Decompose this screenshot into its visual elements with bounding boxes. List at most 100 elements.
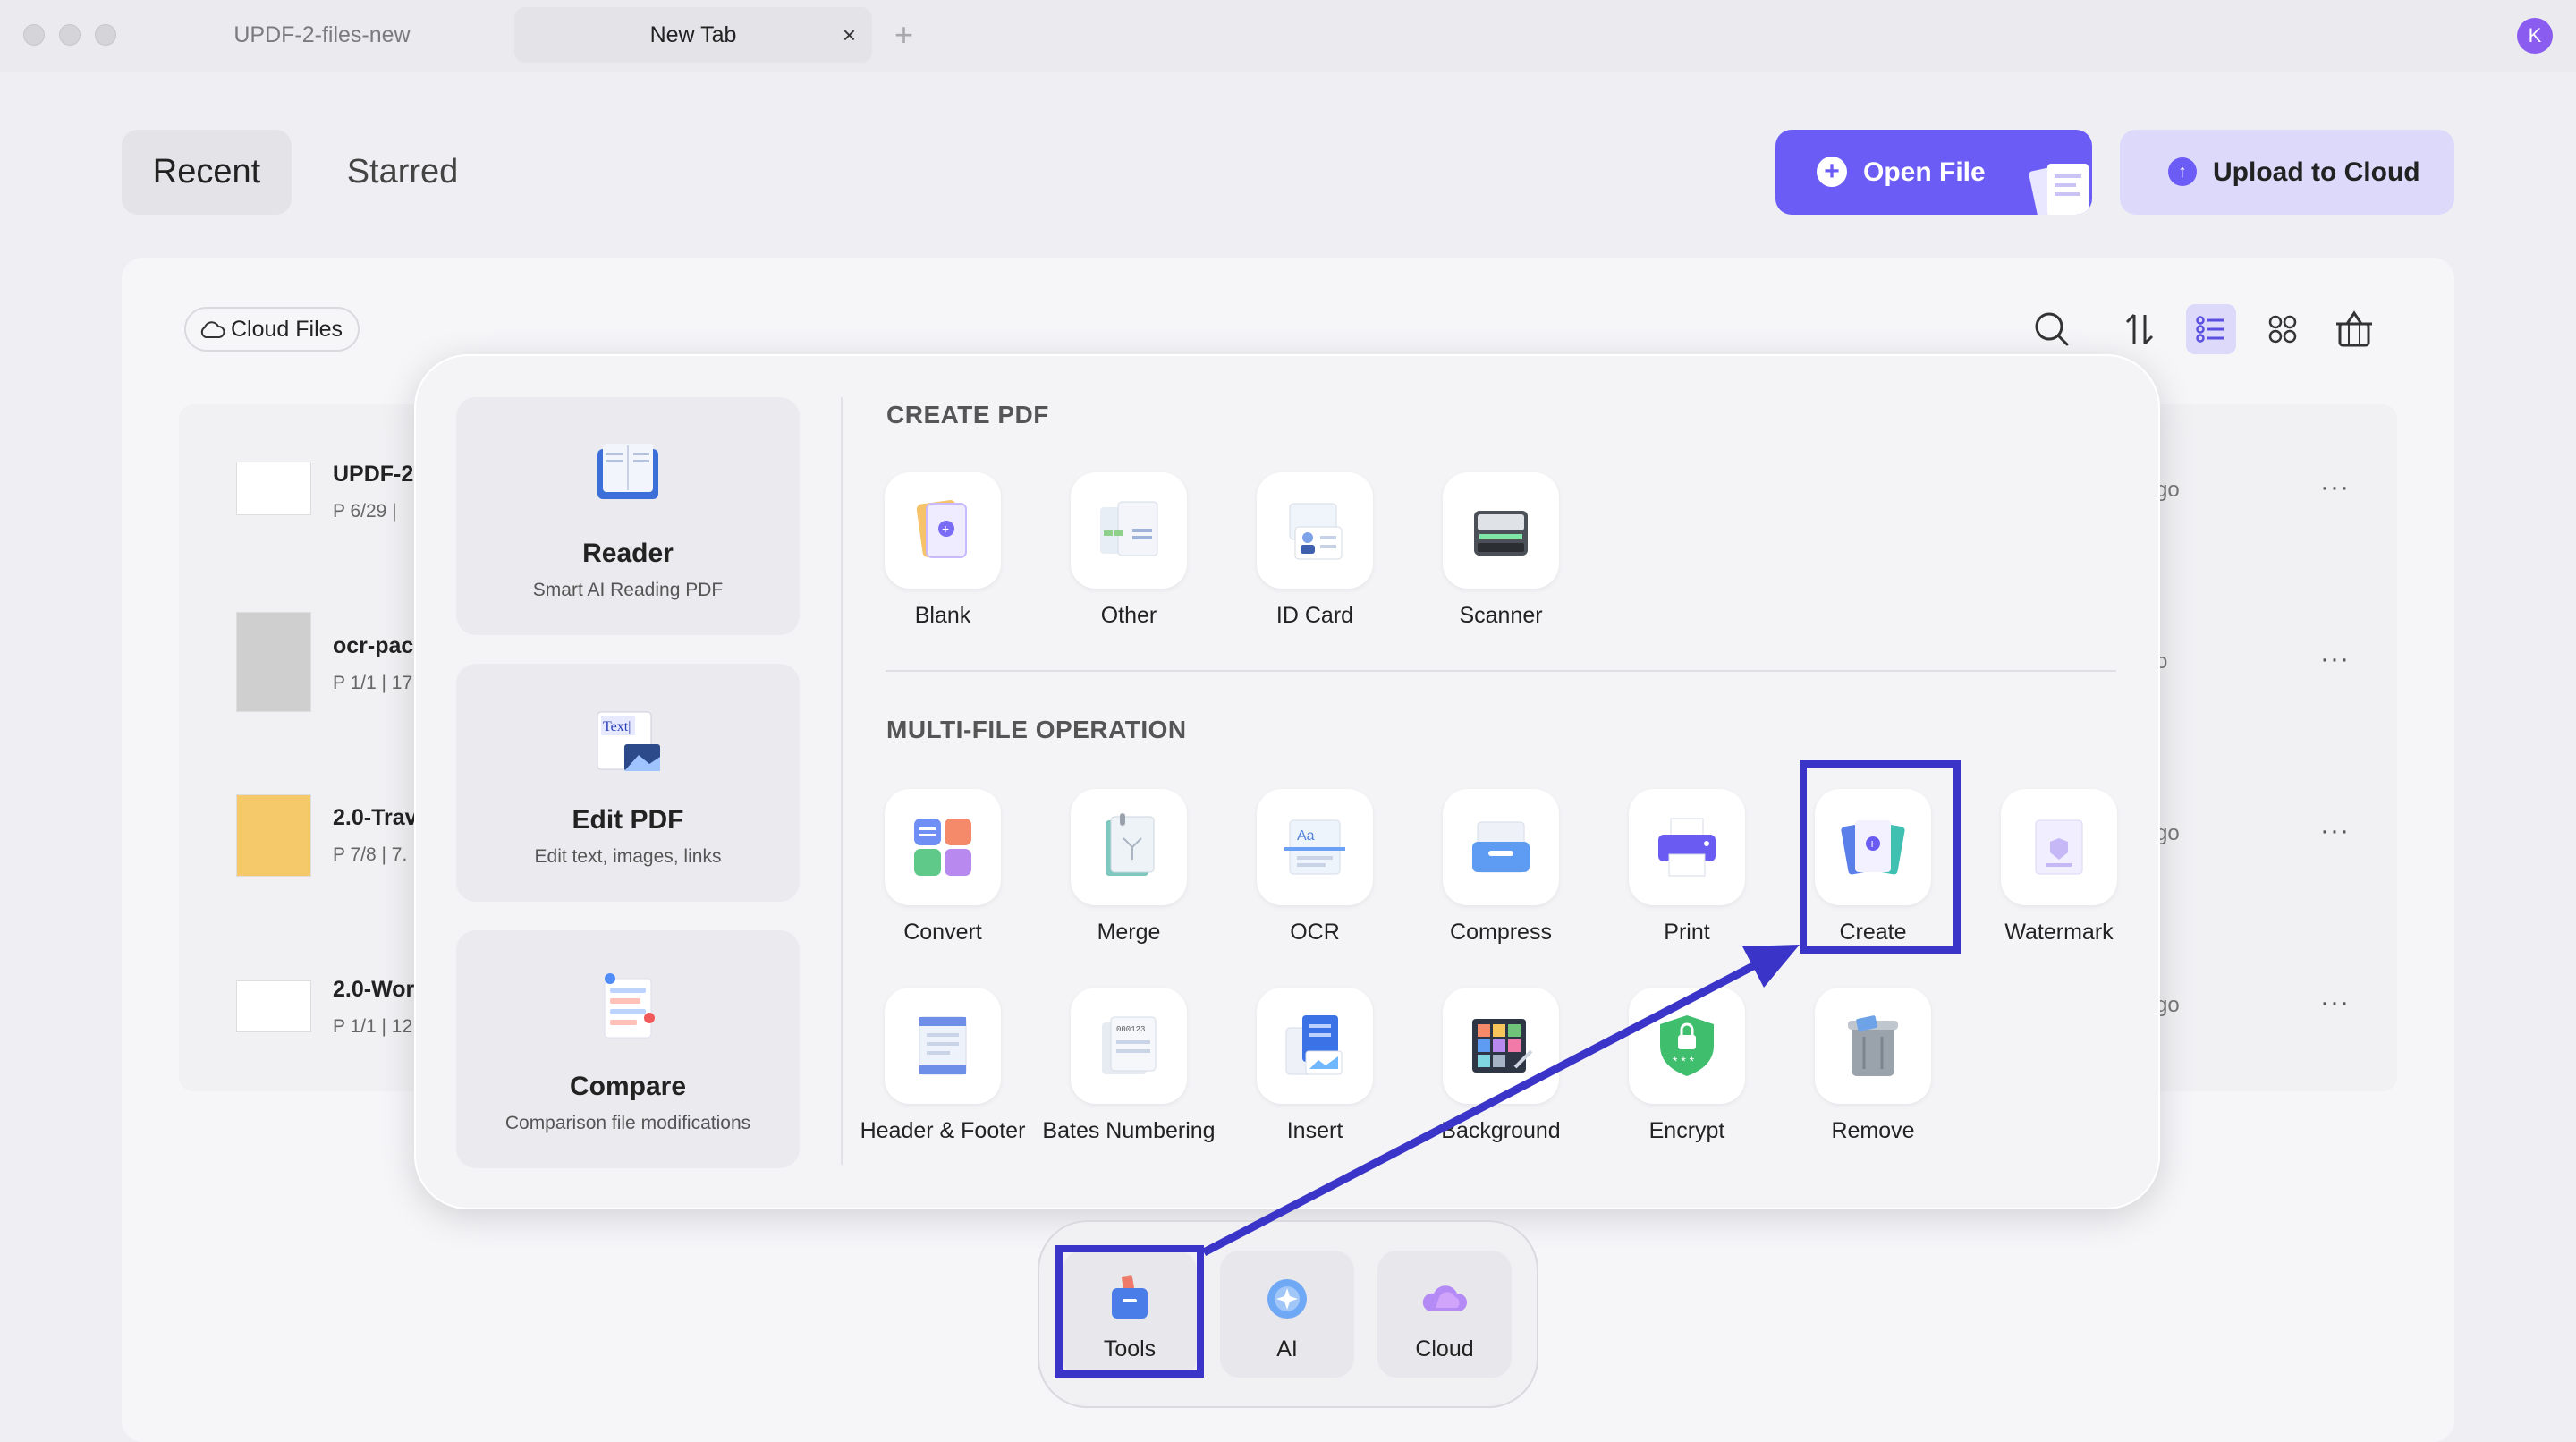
tool-print[interactable]: Print [1594, 789, 1780, 950]
dock-cloud-button[interactable]: Cloud [1377, 1251, 1512, 1378]
list-view-icon[interactable] [2186, 304, 2236, 354]
documents-icon [2029, 164, 2089, 215]
lock-icon: * * * [1660, 1015, 1714, 1076]
file-meta: P 1/1 | 12 [333, 1016, 413, 1037]
tool-header-footer[interactable]: Header & Footer [850, 988, 1036, 1149]
sort-icon[interactable] [2114, 304, 2165, 354]
cloud-icon [1422, 1285, 1468, 1311]
tool-insert[interactable]: Insert [1222, 988, 1408, 1149]
tools-highlight-box [1055, 1245, 1204, 1378]
tool-label: Scanner [1459, 603, 1543, 628]
user-avatar[interactable]: K [2517, 18, 2553, 54]
tab-label: UPDF-2-files-new [233, 22, 411, 47]
trash-basket-icon[interactable] [2329, 304, 2379, 354]
svg-text:000123: 000123 [1116, 1025, 1145, 1034]
new-tab-button[interactable]: + [894, 14, 913, 55]
compare-subtitle: Comparison file modifications [504, 1113, 751, 1133]
bates-numbering-icon: 000123 [1102, 1016, 1157, 1074]
edit-pdf-card[interactable]: Text| Edit PDF Edit text, images, links [456, 664, 800, 902]
printer-icon [1658, 818, 1716, 877]
tool-remove[interactable]: Remove [1780, 988, 1966, 1149]
edit-text-icon: Text| [597, 711, 660, 771]
window-close-button[interactable] [23, 24, 45, 46]
tool-other[interactable]: Other [1036, 472, 1222, 633]
popup-divider [841, 397, 843, 1165]
blank-page-icon: + [916, 500, 967, 558]
more-icon[interactable]: ··· [2320, 988, 2350, 1018]
browser-tab-updf-files[interactable]: UPDF-2-files-new [143, 7, 501, 63]
svg-text:+: + [942, 522, 949, 536]
tool-watermark[interactable]: Watermark [1966, 789, 2152, 950]
background-palette-icon [1472, 1019, 1533, 1073]
create-highlight-box [1800, 760, 1961, 954]
tab-recent[interactable]: Recent [122, 130, 292, 215]
multi-file-heading: MULTI-FILE OPERATION [886, 716, 1187, 743]
window-minimize-button[interactable] [59, 24, 80, 46]
header-footer-icon [919, 1016, 967, 1075]
book-icon [597, 444, 658, 499]
tool-bates-numbering[interactable]: 000123 Bates Numbering [1036, 988, 1222, 1149]
tool-label: Remove [1831, 1118, 1915, 1143]
file-meta: P 7/8 | 7. [333, 844, 408, 865]
cloud-icon [200, 321, 225, 338]
open-file-label: Open File [1863, 157, 1986, 187]
id-card-icon [1289, 503, 1343, 560]
tab-starred[interactable]: Starred [313, 130, 492, 215]
search-icon[interactable] [2027, 304, 2077, 354]
ai-assistant-icon [1267, 1279, 1307, 1319]
reader-card[interactable]: Reader Smart AI Reading PDF [456, 397, 800, 635]
tool-label: Watermark [2004, 920, 2114, 945]
more-icon[interactable]: ··· [2320, 472, 2350, 503]
edit-pdf-title: Edit PDF [572, 805, 684, 835]
cloud-files-label: Cloud Files [231, 317, 343, 342]
close-tab-icon[interactable]: × [843, 7, 856, 63]
tool-encrypt[interactable]: * * * Encrypt [1594, 988, 1780, 1149]
file-name: 2.0-Trav [333, 805, 418, 830]
more-icon[interactable]: ··· [2320, 644, 2350, 674]
file-meta: P 1/1 | 17 [333, 673, 413, 693]
tool-scanner[interactable]: Scanner [1408, 472, 1594, 633]
section-divider [886, 670, 2116, 672]
window-zoom-button[interactable] [95, 24, 116, 46]
convert-icon [914, 819, 971, 876]
file-meta: P 6/29 | [333, 501, 397, 522]
cloud-files-filter[interactable]: Cloud Files [184, 307, 360, 352]
dock-ai-button[interactable]: AI [1220, 1251, 1354, 1378]
other-formats-icon [1100, 501, 1158, 556]
upload-to-cloud-button[interactable]: ↑ Upload to Cloud [2120, 130, 2454, 215]
plus-icon: + [1817, 157, 1847, 187]
file-thumbnail [236, 462, 311, 515]
tool-ocr[interactable]: Aa OCR [1222, 789, 1408, 950]
tool-blank[interactable]: + Blank [850, 472, 1036, 633]
dock-label: Cloud [1415, 1336, 1474, 1361]
svg-text:* * *: * * * [1673, 1054, 1695, 1068]
file-thumbnail [236, 612, 311, 712]
file-thumbnail [236, 980, 311, 1032]
open-file-button[interactable]: + Open File [1775, 130, 2092, 215]
reader-title: Reader [582, 539, 674, 568]
file-name: ocr-pac [333, 633, 414, 658]
file-thumbnail [236, 794, 311, 877]
svg-text:Aa: Aa [1297, 828, 1315, 844]
scanner-icon [1474, 511, 1528, 556]
create-pdf-heading: CREATE PDF [886, 401, 1049, 428]
compare-title: Compare [569, 1072, 687, 1101]
tool-merge[interactable]: Merge [1036, 789, 1222, 950]
more-icon[interactable]: ··· [2320, 816, 2350, 846]
ocr-icon: Aa [1284, 819, 1345, 875]
file-name: UPDF-2 [333, 462, 414, 487]
grid-view-icon[interactable] [2258, 304, 2308, 354]
tab-label: New Tab [649, 22, 737, 47]
browser-tab-new-tab[interactable]: New Tab × [514, 7, 872, 63]
tool-id-card[interactable]: ID Card [1222, 472, 1408, 633]
edit-pdf-subtitle: Edit text, images, links [534, 846, 722, 867]
tool-background[interactable]: Background [1408, 988, 1594, 1149]
upload-label: Upload to Cloud [2213, 157, 2420, 187]
upload-arrow-icon: ↑ [2168, 157, 2197, 186]
compare-card[interactable]: Compare Comparison file modifications [456, 930, 800, 1168]
compress-icon [1472, 821, 1530, 873]
dock-label: AI [1276, 1336, 1298, 1361]
tool-convert[interactable]: Convert [850, 789, 1036, 950]
compare-icon [604, 973, 655, 1039]
tool-compress[interactable]: Compress [1408, 789, 1594, 950]
